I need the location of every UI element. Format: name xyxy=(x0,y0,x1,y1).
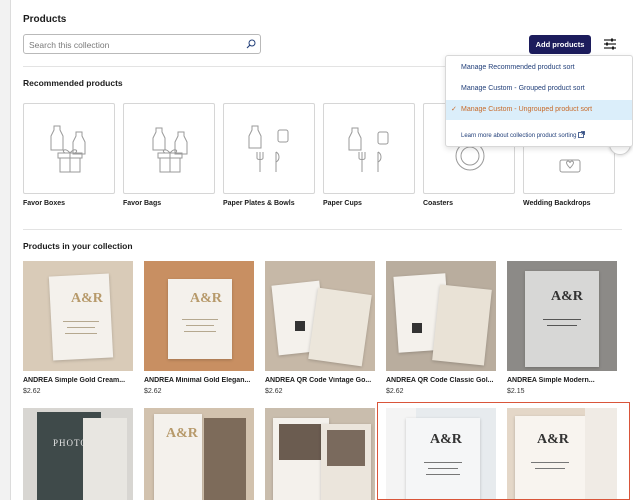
rec-label-wedding-backdrops: Wedding Backdrops xyxy=(523,200,591,207)
product-name[interactable]: ANDREA Minimal Gold Elegan... xyxy=(144,377,254,384)
cups-icon xyxy=(348,127,389,172)
help-link-text: Learn more about collection product sort… xyxy=(461,133,577,139)
sort-menu: Manage Recommended product sort Manage C… xyxy=(445,55,633,147)
product-image[interactable]: PHOTO xyxy=(23,408,133,500)
rec-card-favor-bags[interactable] xyxy=(123,103,215,194)
product-image[interactable] xyxy=(386,261,496,371)
menu-item-label: Manage Custom - Grouped product sort xyxy=(461,85,585,92)
menu-item-grouped-sort[interactable]: Manage Custom - Grouped product sort xyxy=(446,79,632,99)
recommended-title: Recommended products xyxy=(23,78,123,88)
product-image[interactable]: A&R xyxy=(507,261,617,371)
product-price: $2.62 xyxy=(144,388,162,395)
product-image[interactable]: A&R xyxy=(144,261,254,371)
divider xyxy=(23,229,622,230)
product-name[interactable]: ANDREA QR Code Vintage Go... xyxy=(265,377,375,384)
products-panel: Products Add products Recommended produc… xyxy=(10,0,633,500)
favor-bag-icon xyxy=(152,127,188,173)
rec-label-favor-boxes: Favor Boxes xyxy=(23,200,66,207)
product-price: $2.62 xyxy=(265,388,283,395)
rec-card-paper-cups[interactable] xyxy=(323,103,415,194)
rec-label-paper-cups: Paper Cups xyxy=(323,200,362,207)
menu-item-recommended-sort[interactable]: Manage Recommended product sort xyxy=(446,58,632,78)
search-field[interactable] xyxy=(23,34,261,54)
rec-label-paper-plates: Paper Plates & Bowls xyxy=(223,200,295,207)
rec-label-coasters: Coasters xyxy=(423,200,453,207)
collection-title: Products in your collection xyxy=(23,241,133,251)
page-title: Products xyxy=(23,14,67,25)
selection-highlight xyxy=(377,402,630,500)
external-link-icon xyxy=(578,131,585,138)
product-image[interactable]: A&R xyxy=(144,408,254,500)
product-price: $2.62 xyxy=(23,388,41,395)
favor-box-icon xyxy=(50,125,86,173)
product-price: $2.15 xyxy=(507,388,525,395)
menu-item-label: Manage Recommended product sort xyxy=(461,64,575,71)
help-link[interactable]: Learn more about collection product sort… xyxy=(461,131,585,139)
product-name[interactable]: ANDREA QR Code Classic Gol... xyxy=(386,377,496,384)
product-image[interactable]: A&R xyxy=(23,261,133,371)
plates-icon xyxy=(248,125,289,172)
menu-item-ungrouped-sort[interactable]: ✓ Manage Custom - Ungrouped product sort xyxy=(446,100,632,120)
product-image[interactable] xyxy=(265,408,375,500)
sliders-icon[interactable] xyxy=(603,38,617,50)
menu-item-label: Manage Custom - Ungrouped product sort xyxy=(461,106,593,113)
product-name[interactable]: ANDREA Simple Modern... xyxy=(507,377,617,384)
rec-card-favor-boxes[interactable] xyxy=(23,103,115,194)
product-name[interactable]: ANDREA Simple Gold Cream... xyxy=(23,377,133,384)
search-input[interactable] xyxy=(24,36,234,54)
product-image[interactable] xyxy=(265,261,375,371)
checkmark-icon: ✓ xyxy=(451,106,457,113)
rec-card-paper-plates[interactable] xyxy=(223,103,315,194)
product-price: $2.62 xyxy=(386,388,404,395)
search-icon[interactable] xyxy=(246,39,256,49)
add-products-button[interactable]: Add products xyxy=(529,35,591,54)
rec-label-favor-bags: Favor Bags xyxy=(123,200,162,207)
